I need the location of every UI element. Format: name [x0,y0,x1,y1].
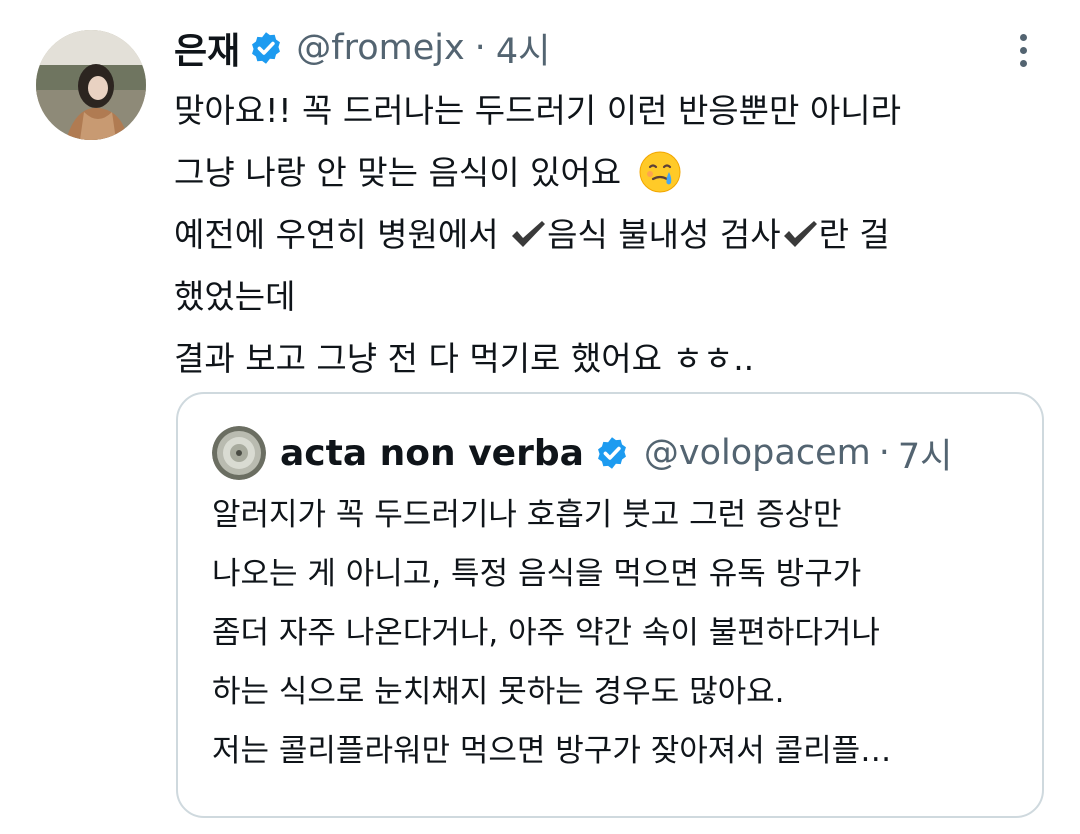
tweet-line-text: 예전에 우연히 병원에서 [174,215,510,254]
more-vertical-icon-dot [1019,46,1027,54]
quoted-author-handle[interactable]: @volopacem [644,433,871,473]
more-vertical-icon-dot [1019,33,1027,41]
tweet-header: 은재 @fromejx · 4시 [174,22,550,74]
more-vertical-icon-dot [1019,59,1027,67]
tweet-line: 그냥 나랑 안 맞는 음식이 있어요 [174,142,1044,204]
meta-separator: · [878,433,890,473]
heavy-check-mark-icon [509,218,547,250]
quoted-tweet-line: 저는 콜리플라워만 먹으면 방구가 잦아져서 콜리플… [212,733,892,769]
verified-badge-icon[interactable] [594,435,630,471]
face-holding-back-tears-emoji-icon [638,150,682,194]
quoted-author-avatar[interactable] [212,426,266,480]
author-name[interactable]: 은재 [174,22,240,74]
author-avatar[interactable] [36,30,146,140]
quoted-tweet-line: 알러지가 꼭 두드러기나 호흡기 붓고 그런 증상만 [212,497,842,533]
meta-separator: · [474,28,486,68]
tweet-line: 했었는데 [174,277,296,316]
tweet-line-text: 란 걸 [818,215,890,254]
tweet-text: 맞아요!! 꼭 드러나는 두드러기 이런 반응뿐만 아니라 그냥 나랑 안 맞는… [174,80,1044,390]
quoted-author-name[interactable]: acta non verba [280,433,584,474]
quoted-tweet-line: 좀더 자주 나온다거나, 아주 약간 속이 불편하다거나 [212,615,880,651]
more-options-button[interactable] [1008,30,1038,70]
tweet-line: 결과 보고 그냥 전 다 먹기로 했어요 ㅎㅎ.. [174,339,755,378]
quoted-tweet-timestamp[interactable]: 7시 [898,428,952,479]
quoted-tweet-line: 하는 식으로 눈치채지 못하는 경우도 많아요. [212,674,785,710]
author-handle[interactable]: @fromejx [296,28,464,68]
quoted-tweet-card[interactable]: acta non verba @volopacem · 7시 알러지가 꼭 두드… [176,392,1044,818]
tweet-line: 예전에 우연히 병원에서 음식 불내성 검사 란 걸 [174,204,1044,266]
quoted-tweet-line: 나오는 게 아니고, 특정 음식을 먹으면 유독 방구가 [212,556,862,592]
tweet-line-text: 음식 불내성 검사 [547,215,781,254]
quoted-tweet-text: 알러지가 꼭 두드러기나 호흡기 붓고 그런 증상만 나오는 게 아니고, 특정… [212,486,1022,781]
verified-badge-icon[interactable] [248,30,284,66]
tweet-line-text: 그냥 나랑 안 맞는 음식이 있어요 [174,153,622,192]
tweet-timestamp[interactable]: 4시 [496,23,550,74]
heavy-check-mark-icon [781,218,819,250]
quoted-tweet-header: acta non verba @volopacem · 7시 [212,424,952,482]
tweet-line: 맞아요!! 꼭 드러나는 두드러기 이런 반응뿐만 아니라 [174,91,901,130]
